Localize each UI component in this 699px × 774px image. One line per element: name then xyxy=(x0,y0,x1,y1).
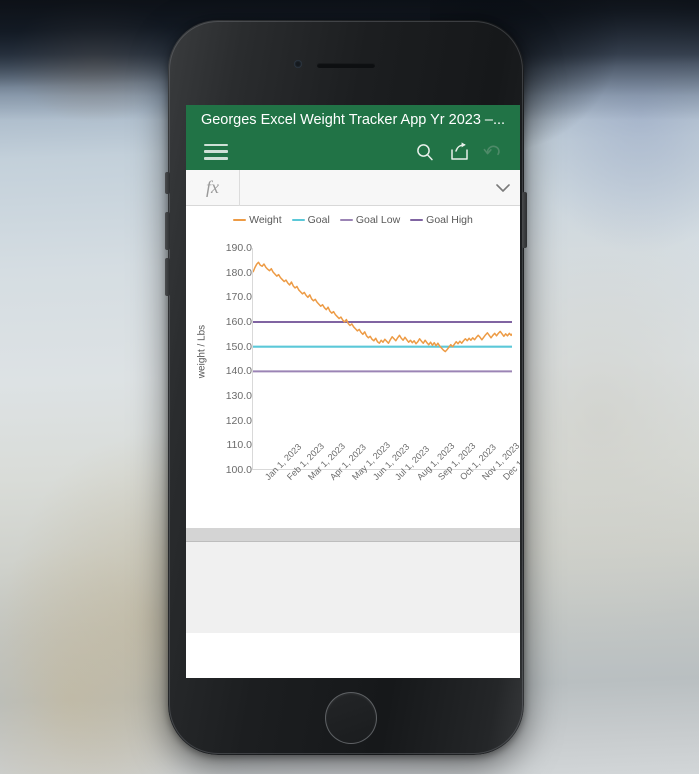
legend-swatch-goal-high xyxy=(410,218,424,222)
legend-label-weight: Weight xyxy=(249,214,282,226)
phone-volume-down-button[interactable] xyxy=(165,258,170,296)
phone-power-button[interactable] xyxy=(522,192,527,248)
legend-item-weight: Weight xyxy=(233,214,282,226)
y-axis-tick-label: 160.0 xyxy=(225,316,252,328)
legend-label-goal: Goal xyxy=(307,214,330,226)
legend-label-goal-high: Goal High xyxy=(426,214,473,226)
legend-item-goal: Goal xyxy=(291,214,330,226)
legend-item-goal-high: Goal High xyxy=(410,214,473,226)
chart-line-weight xyxy=(253,261,512,353)
app-toolbar xyxy=(186,133,520,170)
fx-icon: fx xyxy=(186,169,240,206)
sheet-canvas[interactable]: Weight Goal Goal Low Goal High weight / … xyxy=(186,206,520,633)
y-axis-tick-label: 130.0 xyxy=(225,390,252,402)
legend-label-goal-low: Goal Low xyxy=(355,214,401,226)
legend-swatch-weight xyxy=(233,218,247,222)
chart-series-svg xyxy=(253,261,512,373)
chart-legend: Weight Goal Goal Low Goal High xyxy=(188,208,518,228)
grid-body[interactable] xyxy=(186,542,520,585)
phone-silent-switch[interactable] xyxy=(165,172,170,194)
phone-front-camera xyxy=(294,60,302,68)
hamburger-menu-icon[interactable] xyxy=(204,143,228,160)
phone-volume-up-button[interactable] xyxy=(165,212,170,250)
chart-plot-wrapper: weight / Lbs 190.0 180.0 170.0 160.0 150.0 14… xyxy=(188,228,521,520)
phone-screen: Georges Excel Weight Tracker App Yr 2023… xyxy=(186,105,520,678)
legend-swatch-goal xyxy=(291,218,305,222)
phone-home-button[interactable] xyxy=(325,692,377,744)
y-axis-tick-label: 180.0 xyxy=(225,266,252,279)
app-header: Georges Excel Weight Tracker App Yr 2023… xyxy=(186,105,520,170)
app-title: Georges Excel Weight Tracker App Yr 2023… xyxy=(200,112,506,128)
legend-item-goal-low: Goal Low xyxy=(339,214,401,226)
legend-swatch-goal-low xyxy=(339,218,353,222)
search-icon[interactable] xyxy=(408,137,442,167)
y-axis-tick-label: 170.0 xyxy=(225,291,252,304)
formula-bar: fx xyxy=(186,169,520,206)
undo-icon[interactable] xyxy=(476,137,510,167)
y-axis-tick-label: 150.0 xyxy=(225,340,252,353)
column-header-strip[interactable] xyxy=(186,528,520,542)
y-axis-tick-label: 120.0 xyxy=(225,414,252,427)
share-icon[interactable] xyxy=(442,137,476,167)
y-axis-tick-label: 190.0 xyxy=(225,242,252,254)
formula-input[interactable] xyxy=(240,169,486,206)
weight-chart[interactable]: Weight Goal Goal Low Goal High weight / … xyxy=(188,208,521,524)
phone-earpiece xyxy=(317,63,375,68)
y-axis-tick-label: 100.0 xyxy=(225,464,252,476)
chevron-down-icon[interactable] xyxy=(486,170,520,206)
y-axis-tick-label: 110.0 xyxy=(226,439,253,452)
chart-plot-area xyxy=(252,248,512,470)
grid-padding[interactable] xyxy=(186,585,520,633)
y-axis-tick-label: 140.0 xyxy=(225,365,252,378)
